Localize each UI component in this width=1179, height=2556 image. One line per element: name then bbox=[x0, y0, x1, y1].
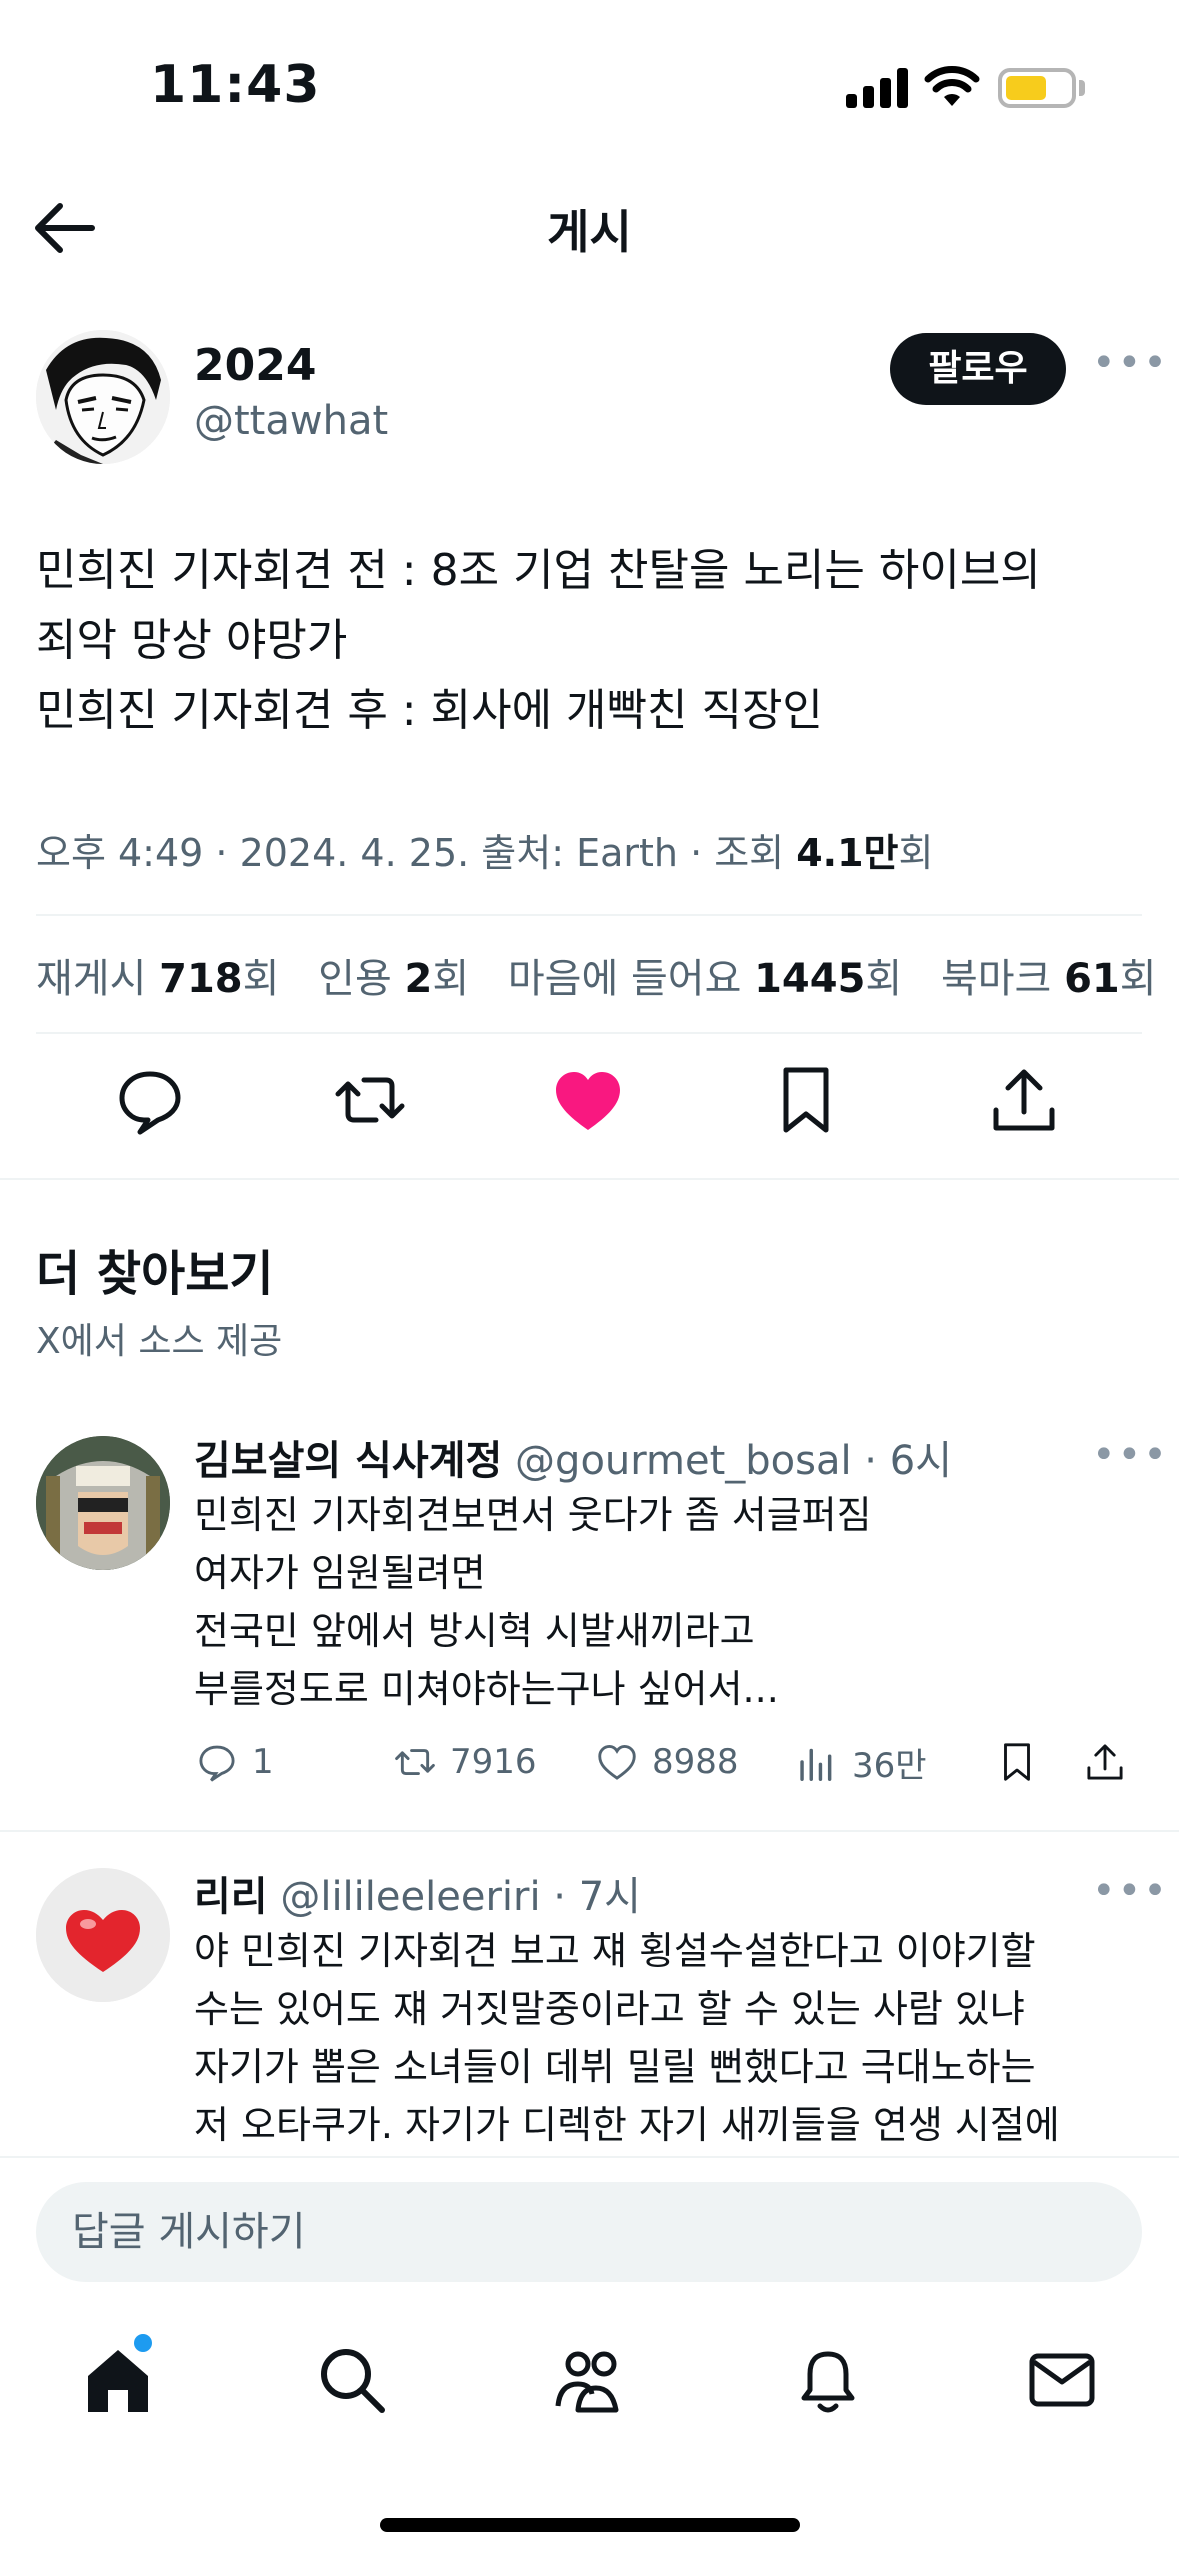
divider bbox=[0, 2156, 1179, 2158]
author-avatar[interactable] bbox=[36, 330, 170, 464]
more-options-icon[interactable]: ••• bbox=[1092, 1432, 1169, 1478]
more-options-icon[interactable]: ••• bbox=[1092, 1868, 1169, 1914]
status-time: 11:43 bbox=[150, 55, 321, 115]
view-count-unit: 회 bbox=[898, 831, 934, 875]
reply-icon[interactable] bbox=[110, 1060, 190, 1140]
reply-author-handle[interactable]: @gourmet_bosal bbox=[515, 1438, 852, 1484]
reply-count: 1 bbox=[252, 1742, 274, 1782]
home-icon[interactable] bbox=[78, 2340, 158, 2420]
discover-subtitle: X에서 소스 제공 bbox=[36, 1321, 283, 1362]
reply-time: 7시 bbox=[578, 1874, 641, 1920]
cellular-signal-icon bbox=[846, 68, 908, 108]
battery-icon bbox=[998, 68, 1076, 108]
home-notification-dot bbox=[134, 2334, 152, 2352]
reply-action-bar: 1 7916 8988 36만 bbox=[194, 1732, 1154, 1792]
reply-bookmark-button[interactable] bbox=[994, 1732, 1052, 1792]
battery-tip bbox=[1079, 80, 1085, 96]
reply-time: 6시 bbox=[889, 1438, 952, 1484]
repost-stat[interactable]: 재게시 718회 bbox=[36, 956, 279, 1002]
post-text-line: 죄악 망상 야망가 bbox=[36, 615, 348, 666]
reply-avatar[interactable] bbox=[36, 1436, 170, 1570]
post-stats: 재게시 718회 인용 2회 마음에 들어요 1445회 북마크 61회 bbox=[36, 946, 1179, 1004]
reply-author-handle[interactable]: @lilileeleeriri bbox=[280, 1874, 540, 1920]
more-options-icon[interactable]: ••• bbox=[1092, 340, 1169, 386]
reply-share-button[interactable] bbox=[1082, 1732, 1140, 1792]
reply-text-line: 저 오타쿠가. 자기가 디렉한 자기 새끼들을 연생 시절에 bbox=[194, 2103, 1060, 2147]
like-count: 8988 bbox=[652, 1742, 739, 1782]
status-bar: 11:43 bbox=[0, 0, 1179, 170]
divider bbox=[36, 914, 1142, 916]
like-stat[interactable]: 마음에 들어요 1445회 bbox=[508, 956, 902, 1002]
page-title: 게시 bbox=[547, 205, 632, 259]
reply-text-line: 여자가 임원될려면 bbox=[194, 1551, 486, 1595]
divider bbox=[36, 1032, 1142, 1034]
reply-author-name[interactable]: 리리 bbox=[194, 1874, 268, 1920]
reply-views-button[interactable]: 36만 bbox=[794, 1732, 927, 1792]
reply-text-line: 전국민 앞에서 방시혁 시발새끼라고 bbox=[194, 1609, 755, 1653]
reply-text-line: 자기가 뽑은 소녀들이 데뷔 밀릴 뻔했다고 극대노하는 bbox=[194, 2045, 1036, 2089]
reply-text: 야 민희진 기자회견 보고 쟤 횡설수설한다고 이야기할 수는 있어도 쟤 거짓… bbox=[194, 1922, 1154, 2154]
reply-icon bbox=[199, 1745, 235, 1782]
author-name[interactable]: 2024 bbox=[194, 340, 316, 391]
post-action-bar bbox=[0, 1060, 1179, 1142]
divider bbox=[0, 1178, 1179, 1180]
notifications-icon[interactable] bbox=[788, 2340, 868, 2420]
post-meta: 오후 4:49 · 2024. 4. 25. 출처: Earth · 조회 4.… bbox=[36, 822, 933, 877]
reply-text-line: 야 민희진 기자회견 보고 쟤 횡설수설한다고 이야기할 bbox=[194, 1929, 1036, 1973]
analytics-icon bbox=[800, 1748, 832, 1781]
quote-stat[interactable]: 인용 2회 bbox=[318, 956, 469, 1002]
post-text-line: 민희진 기자회견 후 : 회사에 개빡친 직장인 bbox=[36, 685, 823, 736]
search-icon[interactable] bbox=[312, 2340, 392, 2420]
view-count: 4.1만 bbox=[796, 831, 899, 875]
messages-icon[interactable] bbox=[1022, 2340, 1102, 2420]
discover-title: 더 찾아보기 bbox=[36, 1246, 274, 1302]
repost-icon[interactable] bbox=[330, 1060, 410, 1140]
repost-count: 7916 bbox=[450, 1742, 537, 1782]
reply-repost-button[interactable]: 7916 bbox=[392, 1732, 537, 1792]
bookmark-icon[interactable] bbox=[766, 1060, 846, 1140]
reply-compose-input[interactable]: 답글 게시하기 bbox=[36, 2182, 1142, 2282]
post-text-line: 민희진 기자회견 전 : 8조 기업 찬탈을 노리는 하이브의 bbox=[36, 545, 1041, 596]
bottom-tab-bar bbox=[0, 2330, 1179, 2430]
bookmark-icon bbox=[1004, 1743, 1030, 1781]
post-timestamp-source: 오후 4:49 · 2024. 4. 25. 출처: Earth · 조회 bbox=[36, 831, 797, 875]
reply-header: 김보살의 식사계정 @gourmet_bosal · 6시 bbox=[194, 1438, 952, 1484]
reply-like-button[interactable]: 8988 bbox=[594, 1732, 739, 1792]
communities-icon[interactable] bbox=[550, 2340, 630, 2420]
reply-avatar[interactable] bbox=[36, 1868, 170, 2002]
reply-author-name[interactable]: 김보살의 식사계정 bbox=[194, 1438, 502, 1484]
like-outline-icon bbox=[598, 1745, 636, 1780]
reply-text-line: 수는 있어도 쟤 거짓말중이라고 할 수 있는 사람 있냐 bbox=[194, 1987, 1025, 2031]
reply-reply-button[interactable]: 1 bbox=[194, 1732, 274, 1792]
bookmark-stat[interactable]: 북마크 61회 bbox=[941, 956, 1157, 1002]
like-icon[interactable] bbox=[548, 1060, 628, 1140]
follow-button[interactable]: 팔로우 bbox=[890, 333, 1066, 405]
divider bbox=[0, 1830, 1179, 1832]
reply-header: 리리 @lilileeleeriri · 7시 bbox=[194, 1874, 641, 1920]
wifi-icon bbox=[924, 66, 980, 106]
repost-icon bbox=[395, 1749, 435, 1775]
home-indicator[interactable] bbox=[380, 2518, 800, 2532]
share-icon bbox=[1087, 1744, 1123, 1780]
author-handle[interactable]: @ttawhat bbox=[194, 398, 388, 444]
reply-text-line: 부를정도로 미쳐야하는구나 싶어서... bbox=[194, 1667, 779, 1711]
reply-text-line: 민희진 기자회견보면서 웃다가 좀 서글퍼짐 bbox=[194, 1493, 872, 1537]
share-icon[interactable] bbox=[984, 1060, 1064, 1140]
view-count: 36만 bbox=[852, 1745, 927, 1786]
post-text: 민희진 기자회견 전 : 8조 기업 찬탈을 노리는 하이브의 죄악 망상 야망… bbox=[36, 536, 1146, 746]
reply-text: 민희진 기자회견보면서 웃다가 좀 서글퍼짐 여자가 임원될려면 전국민 앞에서… bbox=[194, 1486, 1154, 1718]
